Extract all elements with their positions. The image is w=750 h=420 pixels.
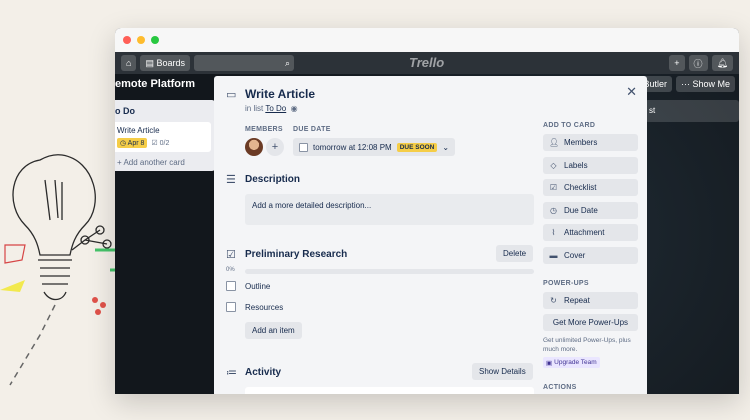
repeat-icon: ↻ <box>550 296 557 305</box>
list-card[interactable]: Write Article ◷ Apr 8 ☑ 0/2 <box>115 122 211 152</box>
clock-icon: ◷ <box>550 206 557 215</box>
checklist-progress-percent: 0% <box>226 267 235 273</box>
due-date-sidebar-button[interactable]: ◷ Due Date <box>543 202 638 219</box>
card-icon: ▭ <box>226 89 237 101</box>
cover-icon: ▬ <box>549 251 558 260</box>
list-card-title: Write Article <box>117 126 160 135</box>
comment-input[interactable] <box>245 387 534 394</box>
labels-button[interactable]: ◇ Labels <box>543 157 638 174</box>
activity-title: Activity <box>245 367 282 378</box>
due-date-label: DUE DATE <box>293 126 331 133</box>
todo-list: o Do Write Article ◷ Apr 8 ☑ 0/2 + Add a… <box>115 100 215 171</box>
bell-icon: 🔔︎ <box>716 57 728 68</box>
checklist-progress-bar <box>245 269 534 274</box>
description-title: Description <box>245 174 301 185</box>
home-button[interactable]: ⌂ <box>121 55 137 71</box>
due-complete-checkbox[interactable] <box>299 142 308 152</box>
checklist-item-checkbox[interactable] <box>226 281 236 291</box>
close-window-dot[interactable] <box>123 36 131 44</box>
delete-checklist-button[interactable]: Delete <box>496 245 534 262</box>
chevron-down-icon: ⌄ <box>442 142 450 152</box>
attachment-button[interactable]: ⌇ Attachment <box>543 224 638 241</box>
members-label: MEMBERS <box>245 126 283 133</box>
description-icon: ☰ <box>226 174 236 186</box>
window-titlebar <box>115 28 739 52</box>
board-header-buttons: Butler ··· Show Me <box>638 76 735 92</box>
create-button[interactable]: + <box>669 55 685 71</box>
repeat-button[interactable]: ↻ Repeat <box>543 292 638 309</box>
due-date-button[interactable]: tomorrow at 12:08 PM DUE SOON ⌄ <box>293 138 456 156</box>
minimize-window-dot[interactable] <box>137 36 145 44</box>
upgrade-team-button[interactable]: ▣ Upgrade Team <box>543 357 600 368</box>
checklist-item-checkbox[interactable] <box>226 302 236 312</box>
checklist-icon: ☑ <box>226 249 236 261</box>
show-menu-label: Show Me <box>692 79 730 89</box>
search-input[interactable]: ⌕ <box>193 55 294 71</box>
checklist-item[interactable]: Resources <box>226 302 283 312</box>
card-list-info: in list To Do ◉ <box>245 104 298 113</box>
close-icon[interactable]: ✕ <box>626 84 637 100</box>
paperclip-icon: ⌇ <box>551 228 556 237</box>
add-member-button[interactable]: + <box>266 138 284 156</box>
activity-icon: ≔ <box>226 367 237 379</box>
trello-logo: Trello <box>409 55 445 70</box>
checklist-button[interactable]: ☑ Checklist <box>543 179 638 196</box>
maximize-window-dot[interactable] <box>151 36 159 44</box>
add-another-card-button[interactable]: + Add another card <box>115 152 215 167</box>
tag-icon: ◇ <box>550 161 557 170</box>
actions-label: ACTIONS <box>543 384 577 391</box>
boards-label: Boards <box>156 58 185 68</box>
add-to-card-label: ADD TO CARD <box>543 122 596 129</box>
notifications-button[interactable]: 🔔︎ <box>711 55 733 71</box>
checklist-title[interactable]: Preliminary Research <box>245 249 347 260</box>
checkbox-icon: ☑ <box>549 183 558 192</box>
upgrade-icon: ▣ <box>546 359 553 367</box>
due-soon-badge: DUE SOON <box>396 142 438 152</box>
description-input[interactable]: Add a more detailed description... <box>245 194 534 225</box>
members-button[interactable]: 👤︎ Members <box>543 134 638 151</box>
board-title[interactable]: emote Platform <box>115 78 195 90</box>
person-icon: 👤︎ <box>549 138 560 147</box>
upgrade-note: Get unlimited Power-Ups, plus much more. <box>543 337 631 353</box>
power-ups-label: POWER-UPS <box>543 280 589 287</box>
add-checklist-item-button[interactable]: Add an item <box>245 322 302 339</box>
card-title[interactable]: Write Article <box>245 87 315 101</box>
cover-button[interactable]: ▬ Cover <box>543 247 638 264</box>
show-menu-button[interactable]: ··· Show Me <box>675 76 735 92</box>
card-detail-modal: ✕ ▭ Write Article in list To Do ◉ MEMBER… <box>214 76 647 394</box>
avatar[interactable] <box>245 138 263 156</box>
show-details-button[interactable]: Show Details <box>472 363 533 380</box>
list-card-due-badge: ◷ Apr 8 <box>117 138 148 148</box>
get-more-power-ups-button[interactable]: Get More Power-Ups <box>543 314 638 331</box>
watch-eye-icon[interactable]: ◉ <box>291 104 298 113</box>
list-link[interactable]: To Do <box>265 104 286 113</box>
list-card-checklist-badge: ☑ 0/2 <box>151 140 170 147</box>
info-button[interactable]: ⓘ <box>688 55 708 71</box>
checklist-item[interactable]: Outline <box>226 281 270 291</box>
search-icon: ⌕ <box>284 57 290 68</box>
checklist-item-label: Resources <box>245 302 284 312</box>
list-title[interactable]: o Do <box>115 104 215 122</box>
boards-button[interactable]: ▤ Boards <box>140 55 190 71</box>
due-date-text: tomorrow at 12:08 PM <box>313 142 392 152</box>
checklist-item-label: Outline <box>245 281 271 291</box>
next-list-header[interactable]: st <box>645 100 739 122</box>
